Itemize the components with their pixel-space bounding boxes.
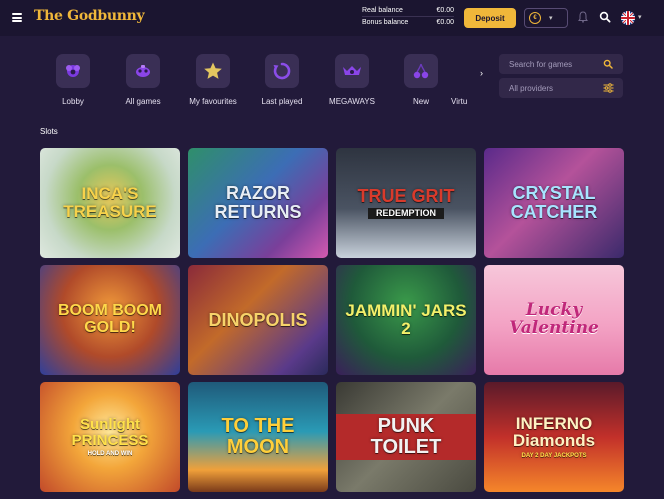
category-my-favourites[interactable]: My favourites xyxy=(183,54,243,106)
category-label: Lobby xyxy=(62,97,84,106)
game-tile-incas-treasure[interactable]: INCA'S TREASURE xyxy=(40,148,180,258)
game-tile-crystal-catcher[interactable]: CRYSTAL CATCHER xyxy=(484,148,624,258)
bonus-balance-value: €0.00 xyxy=(436,19,454,26)
currency-selector[interactable]: € ▾ xyxy=(524,8,568,28)
category-label: MEGAWAYS xyxy=(329,97,375,106)
menu-icon[interactable] xyxy=(12,13,22,22)
category-label: Last played xyxy=(261,97,303,106)
game-subtitle: REDEMPTION xyxy=(367,207,444,220)
carousel-next-icon[interactable]: › xyxy=(480,68,483,78)
providers-filter[interactable]: All providers xyxy=(499,78,623,98)
game-title: INFERNO Diamonds xyxy=(512,413,596,451)
game-tile-jammin-jars-2[interactable]: JAMMIN' JARS 2 xyxy=(336,265,476,375)
category-last-played[interactable]: Last played xyxy=(252,54,312,106)
game-title: PUNK TOILET xyxy=(336,414,476,460)
balance-panel: Real balance €0.00 Bonus balance €0.00 xyxy=(362,6,454,28)
chevron-down-icon: ▾ xyxy=(549,15,553,22)
game-tile-lucky-valentine[interactable]: Lucky Valentine xyxy=(484,265,624,375)
bell-icon[interactable] xyxy=(578,11,588,23)
game-title: CRYSTAL CATCHER xyxy=(510,183,598,222)
top-bar: The Godbunny Real balance €0.00 Bonus ba… xyxy=(0,0,664,36)
game-search-input[interactable]: Search for games xyxy=(499,54,623,74)
game-title: TRUE GRIT xyxy=(357,185,455,206)
game-title: DINOPOLIS xyxy=(208,309,308,330)
game-tile-razor-returns[interactable]: RAZOR RETURNS xyxy=(188,148,328,258)
real-balance-label: Real balance xyxy=(362,7,403,14)
category-label: Virtu xyxy=(451,97,468,106)
euro-coin-icon: € xyxy=(529,12,541,24)
history-icon xyxy=(265,54,299,88)
search-icon[interactable] xyxy=(603,59,613,69)
search-icon[interactable] xyxy=(599,11,611,23)
game-tile-dinopolis[interactable]: DINOPOLIS xyxy=(188,265,328,375)
language-chevron-icon[interactable]: ▾ xyxy=(638,13,642,21)
game-title: Lucky Valentine xyxy=(509,300,599,338)
deposit-button[interactable]: Deposit xyxy=(464,8,516,28)
category-megaways[interactable]: MEGAWAYS xyxy=(322,54,382,106)
category-label: All games xyxy=(125,97,161,106)
all-games-icon xyxy=(126,54,160,88)
site-logo[interactable]: The Godbunny xyxy=(34,8,145,24)
megaways-icon xyxy=(335,54,369,88)
bonus-balance-label: Bonus balance xyxy=(362,19,409,26)
uk-flag-icon[interactable] xyxy=(621,11,635,25)
game-tile-to-the-moon[interactable]: TO THE MOON xyxy=(188,382,328,492)
game-tile-true-grit[interactable]: TRUE GRIT REDEMPTION xyxy=(336,148,476,258)
category-lobby[interactable]: Lobby xyxy=(46,54,103,106)
category-carousel: Lobby All games My favourites Last playe… xyxy=(46,54,476,114)
game-title: Sunlight PRINCESS xyxy=(71,416,149,449)
game-tile-boom-boom-gold[interactable]: BOOM BOOM GOLD! xyxy=(40,265,180,375)
section-title-slots: Slots xyxy=(40,127,58,136)
game-subtitle: HOLD AND WIN xyxy=(87,450,133,457)
game-title: TO THE MOON xyxy=(221,415,295,458)
game-title: JAMMIN' JARS 2 xyxy=(345,301,467,338)
game-tile-inferno-diamonds[interactable]: INFERNO Diamonds DAY 2 DAY JACKPOTS xyxy=(484,382,624,492)
category-virtual[interactable]: Virtu xyxy=(451,54,476,106)
category-label: New xyxy=(412,97,429,106)
lobby-icon xyxy=(56,54,90,88)
game-title: INCA'S TREASURE xyxy=(63,184,157,221)
game-subtitle: DAY 2 DAY JACKPOTS xyxy=(521,453,587,460)
game-tile-sunlight-princess[interactable]: Sunlight PRINCESS HOLD AND WIN xyxy=(40,382,180,492)
category-label: My favourites xyxy=(189,97,237,106)
game-title: RAZOR RETURNS xyxy=(214,183,302,222)
providers-label: All providers xyxy=(509,83,554,93)
search-placeholder: Search for games xyxy=(509,59,573,69)
game-tile-punk-toilet[interactable]: PUNK TOILET xyxy=(336,382,476,492)
filter-sliders-icon[interactable] xyxy=(603,83,614,93)
category-all-games[interactable]: All games xyxy=(113,54,173,106)
real-balance-value: €0.00 xyxy=(436,7,454,14)
cherries-icon xyxy=(404,54,438,88)
game-title: BOOM BOOM GOLD! xyxy=(58,302,162,336)
star-icon xyxy=(196,54,230,88)
category-new[interactable]: New xyxy=(391,54,451,106)
